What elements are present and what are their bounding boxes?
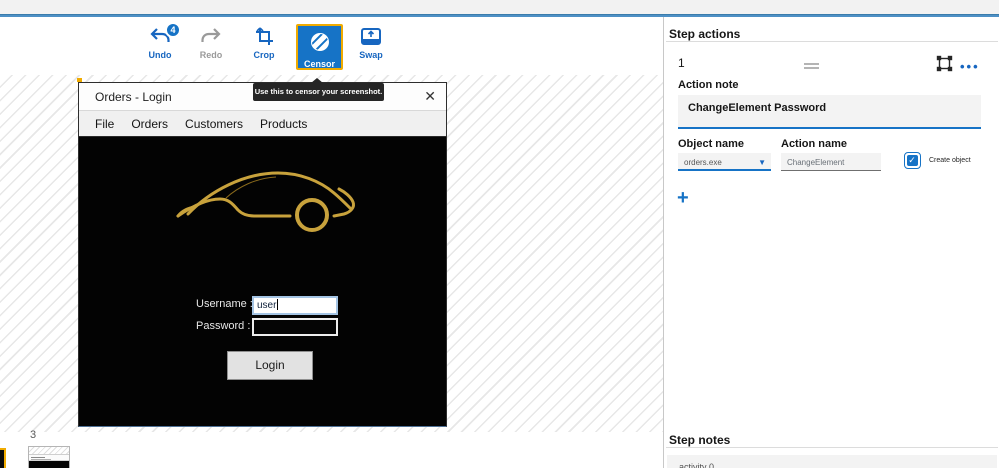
object-select-icon[interactable] [936, 55, 953, 72]
checkmark-icon: ✓ [907, 155, 918, 166]
step-notes-title: Step notes [669, 433, 730, 447]
top-strip [0, 0, 999, 14]
swap-label: Swap [348, 50, 394, 60]
censor-tooltip: Use this to censor your screenshot. [253, 83, 384, 101]
username-field: user [252, 296, 338, 315]
swap-icon [360, 27, 382, 47]
create-object-label: Create object [929, 157, 971, 164]
editor-canvas: 4 Undo Redo Crop [0, 17, 663, 468]
create-object-checkbox[interactable]: ✓ Create object [904, 152, 921, 170]
object-name-label: Object name [678, 138, 744, 150]
thumbnail-stripes [29, 447, 69, 455]
action-note-field[interactable]: ChangeElement Password [678, 95, 981, 129]
drag-handle-icon[interactable] [804, 63, 819, 71]
redo-button[interactable]: Redo [188, 25, 234, 71]
step-actions-title: Step actions [669, 27, 740, 41]
thumbnail-3[interactable] [28, 446, 70, 468]
close-icon: ✕ [424, 88, 436, 105]
redo-label: Redo [188, 50, 234, 60]
undo-label: Undo [137, 50, 183, 60]
step-number: 1 [678, 56, 685, 70]
crop-label: Crop [241, 50, 287, 60]
thumbnail-content [29, 461, 69, 468]
menu-item-orders: Orders [131, 117, 168, 131]
add-action-button[interactable]: + [677, 187, 689, 210]
overflow-menu-icon[interactable]: ••• [960, 59, 980, 74]
password-label: Password : [196, 320, 250, 332]
swap-button[interactable]: Swap [348, 25, 394, 71]
window-menubar: File Orders Customers Products [79, 111, 446, 137]
crop-icon [253, 27, 275, 47]
action-name-label: Action name [781, 138, 847, 150]
thumbnail-index: 3 [30, 429, 36, 441]
censor-icon [308, 30, 332, 54]
window-client-area: Username : user Password : Login [79, 137, 446, 426]
username-label: Username : [196, 298, 253, 310]
text-caret [277, 299, 278, 310]
tooltip-arrow [311, 78, 323, 83]
action-note-label: Action note [678, 79, 739, 91]
menu-item-products: Products [260, 117, 307, 131]
captured-screenshot-window[interactable]: Orders - Login ✕ File Orders Customers P… [78, 82, 447, 427]
password-field-censored [252, 318, 338, 336]
section-divider-2 [666, 447, 998, 448]
step-actions-panel: Step actions 1 ••• Action note ChangeEle… [663, 17, 999, 468]
window-title: Orders - Login [95, 90, 172, 104]
section-divider [666, 41, 998, 42]
login-button: Login [227, 351, 313, 380]
step-notes-field[interactable]: activity 0 [667, 455, 997, 468]
thumbnail-titlebar [29, 455, 69, 461]
undo-button[interactable]: 4 Undo [137, 25, 183, 71]
menu-item-file: File [95, 117, 114, 131]
object-name-dropdown[interactable]: orders.exe ▼ [678, 153, 771, 171]
screen: 4 Undo Redo Crop [0, 0, 999, 468]
checkbox-box: ✓ [904, 152, 921, 169]
menu-item-customers: Customers [185, 117, 243, 131]
censor-label: Censor [298, 59, 341, 69]
chevron-down-icon: ▼ [758, 158, 766, 167]
action-name-field[interactable]: ChangeElement [781, 153, 881, 171]
car-logo [174, 164, 374, 239]
thumbnail-selected-partial[interactable] [0, 448, 6, 468]
censor-button[interactable]: Censor [296, 24, 343, 70]
undo-count-badge: 4 [165, 22, 181, 38]
redo-icon [200, 27, 222, 47]
crop-button[interactable]: Crop [241, 25, 287, 71]
